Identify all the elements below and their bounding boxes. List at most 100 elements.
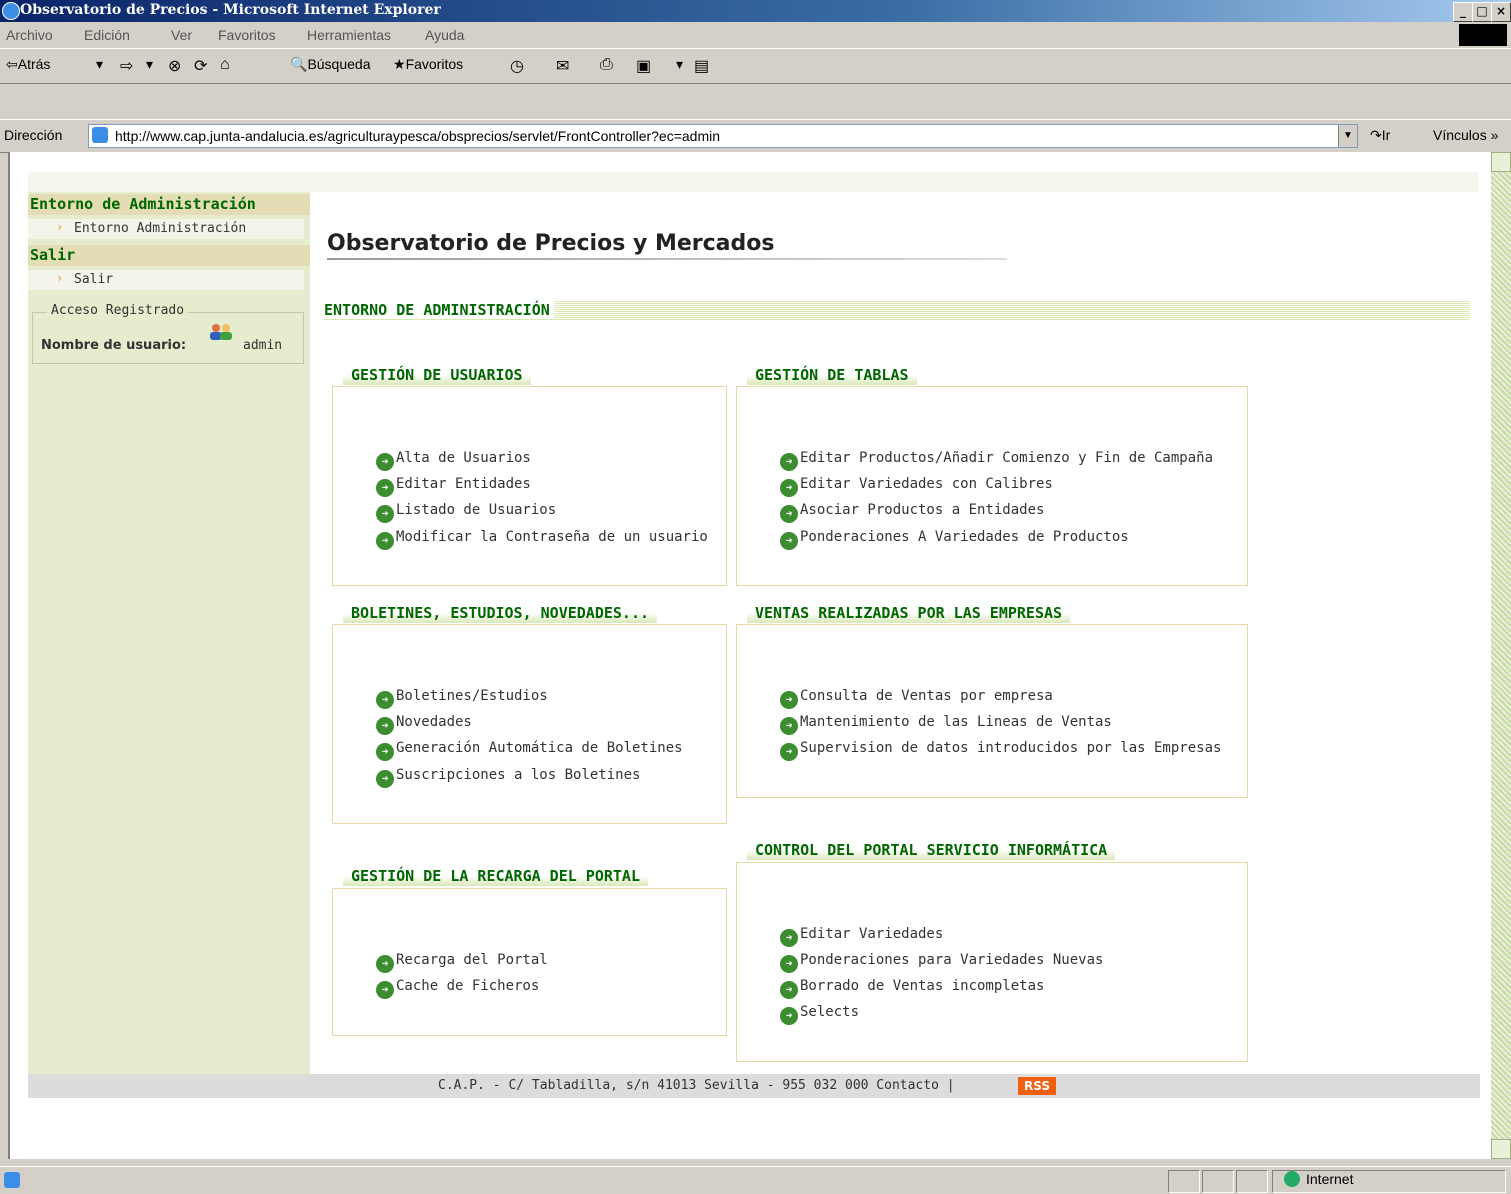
home-icon[interactable]: ⌂ [220,56,230,74]
sidebar-heading-salir: Salir [28,245,310,266]
arrow-circle-icon: ➜ [780,1007,798,1025]
link-mantenimiento-lineas[interactable]: ➜ Mantenimiento de las Lineas de Ventas [780,714,1112,735]
address-url: http://www.cap.junta-andalucia.es/agricu… [115,128,721,144]
favorites-button[interactable]: ★Favoritos [393,56,463,73]
address-dropdown-icon[interactable]: ▼ [1338,125,1357,147]
link-ponderaciones-variedades[interactable]: ➜ Ponderaciones A Variedades de Productos [780,529,1129,550]
discuss-icon[interactable]: ▤ [694,56,709,76]
arrow-circle-icon: ➜ [376,532,394,550]
chevron-right-icon: › [56,220,64,234]
forward-icon[interactable]: ⇨ [120,56,133,76]
username-label: Nombre de usuario: [41,338,187,353]
rss-button[interactable]: RSS [1018,1077,1056,1095]
link-boletines-estudios[interactable]: ➜ Boletines/Estudios [376,688,548,709]
link-supervision-datos[interactable]: ➜ Supervision de datos introducidos por l… [780,740,1221,761]
link-consulta-ventas[interactable]: ➜ Consulta de Ventas por empresa [780,688,1053,709]
link-alta-usuarios[interactable]: ➜ Alta de Usuarios [376,450,531,471]
close-button[interactable]: × [1491,2,1511,22]
section-boletines-title: BOLETINES, ESTUDIOS, NOVEDADES... [343,603,658,623]
search-icon: 🔍 [290,56,308,72]
link-editar-productos[interactable]: ➜ Editar Productos/Añadir Comienzo y Fin … [780,450,1213,471]
maximize-button[interactable]: □ [1472,2,1492,22]
section-control-title: CONTROL DEL PORTAL SERVICIO INFORMÁTICA [747,840,1116,860]
print-icon[interactable]: ⎙ [600,56,613,74]
forward-dropdown-icon[interactable]: ▾ [146,56,153,73]
users-icon [210,324,232,340]
arrow-circle-icon: ➜ [376,770,394,788]
arrow-circle-icon: ➜ [780,981,798,999]
menu-ayuda[interactable]: Ayuda [425,27,464,43]
go-arrow-icon: ↷ [1370,127,1382,143]
ie-icon [2,2,20,20]
title-underline [327,258,1007,260]
arrow-circle-icon: ➜ [376,505,394,523]
link-recarga-portal[interactable]: ➜ Recarga del Portal [376,952,548,973]
menu-favoritos[interactable]: Favoritos [218,27,276,43]
section-recarga-title: GESTIÓN DE LA RECARGA DEL PORTAL [343,866,648,886]
status-zone: Internet [1284,1171,1353,1187]
top-strip [28,172,1478,192]
arrow-circle-icon: ➜ [780,717,798,735]
footer-contact-link[interactable]: Contacto [876,1078,939,1093]
link-listado-usuarios[interactable]: ➜ Listado de Usuarios [376,502,556,523]
refresh-icon[interactable]: ⟳ [194,56,207,76]
mail-icon[interactable]: ✉ [556,56,569,76]
link-selects[interactable]: ➜ Selects [780,1004,859,1025]
window-title: Observatorio de Precios - Microsoft Inte… [20,2,441,18]
edit-dropdown-icon[interactable]: ▾ [676,56,683,73]
back-dropdown-icon[interactable]: ▾ [96,56,103,73]
arrow-circle-icon: ➜ [780,505,798,523]
link-borrado-ventas[interactable]: ➜ Borrado de Ventas incompletas [780,978,1044,999]
link-editar-variedades[interactable]: ➜ Editar Variedades [780,926,943,947]
sidebar-heading-admin: Entorno de Administración [28,194,310,215]
arrow-circle-icon: ➜ [376,955,394,973]
page-icon [92,127,108,143]
menu-ver[interactable]: Ver [171,27,192,43]
links-button[interactable]: Vínculos » [1433,127,1498,143]
arrow-circle-icon: ➜ [780,532,798,550]
scroll-up-icon[interactable] [1491,152,1511,172]
arrow-circle-icon: ➜ [376,691,394,709]
arrow-circle-icon: ➜ [376,981,394,999]
minimize-button[interactable]: _ [1453,2,1473,22]
section-ventas-title: VENTAS REALIZADAS POR LAS EMPRESAS [747,603,1071,623]
link-ponderaciones-nuevas[interactable]: ➜ Ponderaciones para Variedades Nuevas [780,952,1103,973]
sidebar-item-entorno[interactable]: › Entorno Administración [28,219,304,239]
stop-icon[interactable]: ⊗ [168,56,181,76]
page-viewport: Entorno de Administración › Entorno Admi… [8,152,1493,1159]
footer-separator: | [946,1078,955,1093]
link-novedades[interactable]: ➜ Novedades [376,714,472,735]
arrow-circle-icon: ➜ [780,743,798,761]
address-input[interactable]: http://www.cap.junta-andalucia.es/agricu… [88,124,1358,148]
go-button[interactable]: ↷Ir [1370,127,1390,144]
link-cache-ficheros[interactable]: ➜ Cache de Ficheros [376,978,539,999]
vertical-scrollbar[interactable] [1491,152,1511,1159]
sidebar: Entorno de Administración › Entorno Admi… [28,192,310,1074]
history-icon[interactable]: ◷ [510,56,524,76]
favorites-icon: ★ [393,56,406,72]
section-tablas-title: GESTIÓN DE TABLAS [747,365,917,385]
menu-edicion[interactable]: Edición [84,27,130,43]
status-segment [1168,1170,1200,1193]
edit-icon[interactable]: ▣ [636,56,651,76]
sidebar-item-salir[interactable]: › Salir [28,270,304,290]
arrow-circle-icon: ➜ [376,479,394,497]
user-panel: Acceso Registrado Nombre de usuario: adm… [32,303,304,364]
section-ventas [736,624,1248,798]
link-generacion-boletines[interactable]: ➜ Generación Automática de Boletines [376,740,683,761]
link-editar-entidades[interactable]: ➜ Editar Entidades [376,476,531,497]
status-bar: Internet [0,1166,1511,1194]
menu-archivo[interactable]: Archivo [6,27,53,43]
search-button[interactable]: 🔍Búsqueda [290,56,371,73]
arrow-circle-icon: ➜ [376,453,394,471]
link-modificar-contrasena[interactable]: ➜ Modificar la Contraseña de un usuario [376,529,708,550]
link-editar-variedades-calibres[interactable]: ➜ Editar Variedades con Calibres [780,476,1053,497]
status-segment [1202,1170,1234,1193]
link-suscripciones-boletines[interactable]: ➜ Suscripciones a los Boletines [376,767,640,788]
link-asociar-productos[interactable]: ➜ Asociar Productos a Entidades [780,502,1044,523]
arrow-circle-icon: ➜ [780,955,798,973]
status-segment [1236,1170,1268,1193]
menu-herramientas[interactable]: Herramientas [307,27,391,43]
scroll-down-icon[interactable] [1491,1139,1511,1159]
back-button[interactable]: ⇦Atrás [6,56,50,73]
